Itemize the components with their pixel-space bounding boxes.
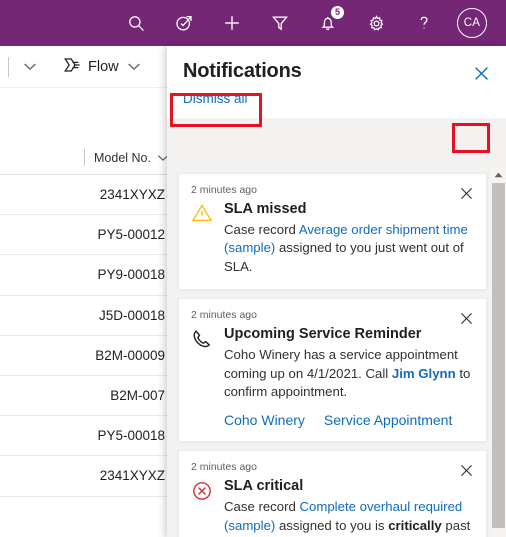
table-row[interactable]: B2M-00009 — [0, 336, 175, 376]
notification-timestamp: 2 minutes ago — [191, 184, 257, 196]
close-icon[interactable] — [455, 182, 477, 204]
table-row[interactable]: 2341XYXZ — [0, 456, 175, 497]
quick-create-icon[interactable] — [208, 0, 256, 46]
cell-model-no: PY5-00018 — [97, 428, 165, 444]
close-icon[interactable] — [468, 60, 494, 86]
notification-content: SLA missed Case record Average order shi… — [191, 200, 474, 276]
flow-button-label: Flow — [88, 58, 119, 75]
dismiss-all-row: Dismiss all — [167, 83, 506, 118]
page-title: Notifications — [183, 60, 302, 82]
table-row[interactable]: PY5-00012 — [0, 215, 175, 256]
emphasis-critically: critically — [388, 517, 442, 533]
cell-model-no: J5D-00018 — [98, 307, 165, 323]
notification-count-badge: 5 — [331, 6, 344, 19]
notification-content: Upcoming Service Reminder Coho Winery ha… — [191, 325, 474, 428]
column-header-model-no[interactable]: Model No. — [94, 151, 169, 165]
warning-triangle-icon — [191, 200, 215, 276]
text-prefix: Case record — [224, 222, 299, 237]
notification-description: Coho Winery has a service appointment co… — [224, 346, 474, 401]
top-command-bar: 5 CA — [0, 0, 506, 46]
notification-timestamp: 2 minutes ago — [191, 309, 257, 322]
top-bar-icon-group: 5 CA — [112, 0, 496, 46]
help-icon[interactable] — [400, 0, 448, 46]
text-middle: assigned to you is — [275, 517, 389, 533]
app-root: 5 CA Flow Model No. 2341XYXZ PY5-00012 P… — [0, 0, 506, 537]
grid-row-list: 2341XYXZ PY5-00012 PY9-00018 J5D-00018 B… — [0, 175, 175, 497]
search-icon[interactable] — [112, 0, 160, 46]
notification-description: Case record Complete overhaul required (… — [224, 498, 474, 537]
cell-model-no: PY5-00012 — [97, 227, 165, 243]
column-header-label: Model No. — [94, 150, 151, 165]
dismiss-all-button[interactable]: Dismiss all — [183, 91, 248, 106]
link-service-appointment[interactable]: Service Appointment — [324, 412, 452, 428]
scroll-up-arrow-icon[interactable] — [491, 167, 506, 182]
list-item[interactable]: 2 minutes ago SLA missed Case record Ave… — [178, 173, 487, 291]
assistant-icon[interactable] — [160, 0, 208, 46]
notification-card-list: 2 minutes ago SLA missed Case record Ave… — [167, 167, 506, 537]
list-item[interactable]: 2 minutes ago SLA critical Case record C… — [178, 450, 487, 537]
table-row[interactable]: PY9-00018 — [0, 255, 175, 296]
close-icon[interactable] — [455, 307, 477, 329]
avatar-initials: CA — [457, 8, 487, 38]
close-icon[interactable] — [455, 459, 477, 481]
contact-name[interactable]: Jim Glynn — [392, 366, 456, 381]
background-app-grid: Flow Model No. 2341XYXZ PY5-00012 PY9-00… — [0, 46, 175, 537]
cell-model-no: 2341XYXZ — [99, 187, 165, 203]
notification-description: Case record Average order shipment time … — [224, 221, 474, 276]
notification-text-block: SLA missed Case record Average order shi… — [224, 200, 474, 276]
cell-model-no: 2341XYXZ — [99, 468, 165, 484]
power-automate-flow-icon — [63, 57, 81, 77]
cell-model-no: B2M-00009 — [95, 347, 165, 363]
notification-action-links: Coho Winery Service Appointment — [224, 412, 474, 428]
table-row[interactable]: PY5-00018 — [0, 416, 175, 457]
grid-command-bar: Flow — [0, 46, 175, 88]
cell-model-no: B2M-007 — [110, 388, 165, 404]
text-prefix: Case record — [224, 499, 300, 515]
scrollbar-thumb[interactable] — [492, 183, 505, 528]
notification-text-block: Upcoming Service Reminder Coho Winery ha… — [224, 325, 474, 428]
notifications-bell-icon[interactable]: 5 — [304, 0, 352, 46]
error-circle-x-icon — [191, 477, 215, 537]
notification-content: SLA critical Case record Complete overha… — [191, 477, 474, 537]
filter-icon[interactable] — [256, 0, 304, 46]
cell-model-no: PY9-00018 — [97, 267, 165, 283]
overflow-chevron-down-icon[interactable] — [23, 58, 37, 76]
notification-title: SLA critical — [224, 478, 304, 495]
column-divider — [84, 149, 86, 166]
flow-chevron-down-icon[interactable] — [127, 58, 141, 76]
grid-column-header-row: Model No. — [0, 141, 175, 175]
flow-button[interactable]: Flow — [63, 57, 119, 77]
notifications-panel-header: Notifications — [167, 46, 506, 83]
notification-timestamp: 2 minutes ago — [191, 461, 257, 474]
notification-title: Upcoming Service Reminder — [224, 326, 422, 343]
link-coho-winery[interactable]: Coho Winery — [224, 412, 305, 428]
user-avatar[interactable]: CA — [448, 0, 496, 46]
notification-text-block: SLA critical Case record Complete overha… — [224, 477, 474, 537]
notifications-panel: Notifications Dismiss all 2 minutes ago — [167, 46, 506, 537]
table-row[interactable]: 2341XYXZ — [0, 175, 175, 216]
notification-title: SLA missed — [224, 201, 307, 217]
table-row[interactable]: B2M-007 — [0, 376, 175, 417]
list-item[interactable]: 2 minutes ago Upcoming Service Reminder — [178, 298, 487, 443]
phone-icon — [191, 325, 215, 428]
command-bar-divider — [8, 56, 9, 77]
table-row[interactable]: J5D-00018 — [0, 296, 175, 336]
settings-gear-icon[interactable] — [352, 0, 400, 46]
